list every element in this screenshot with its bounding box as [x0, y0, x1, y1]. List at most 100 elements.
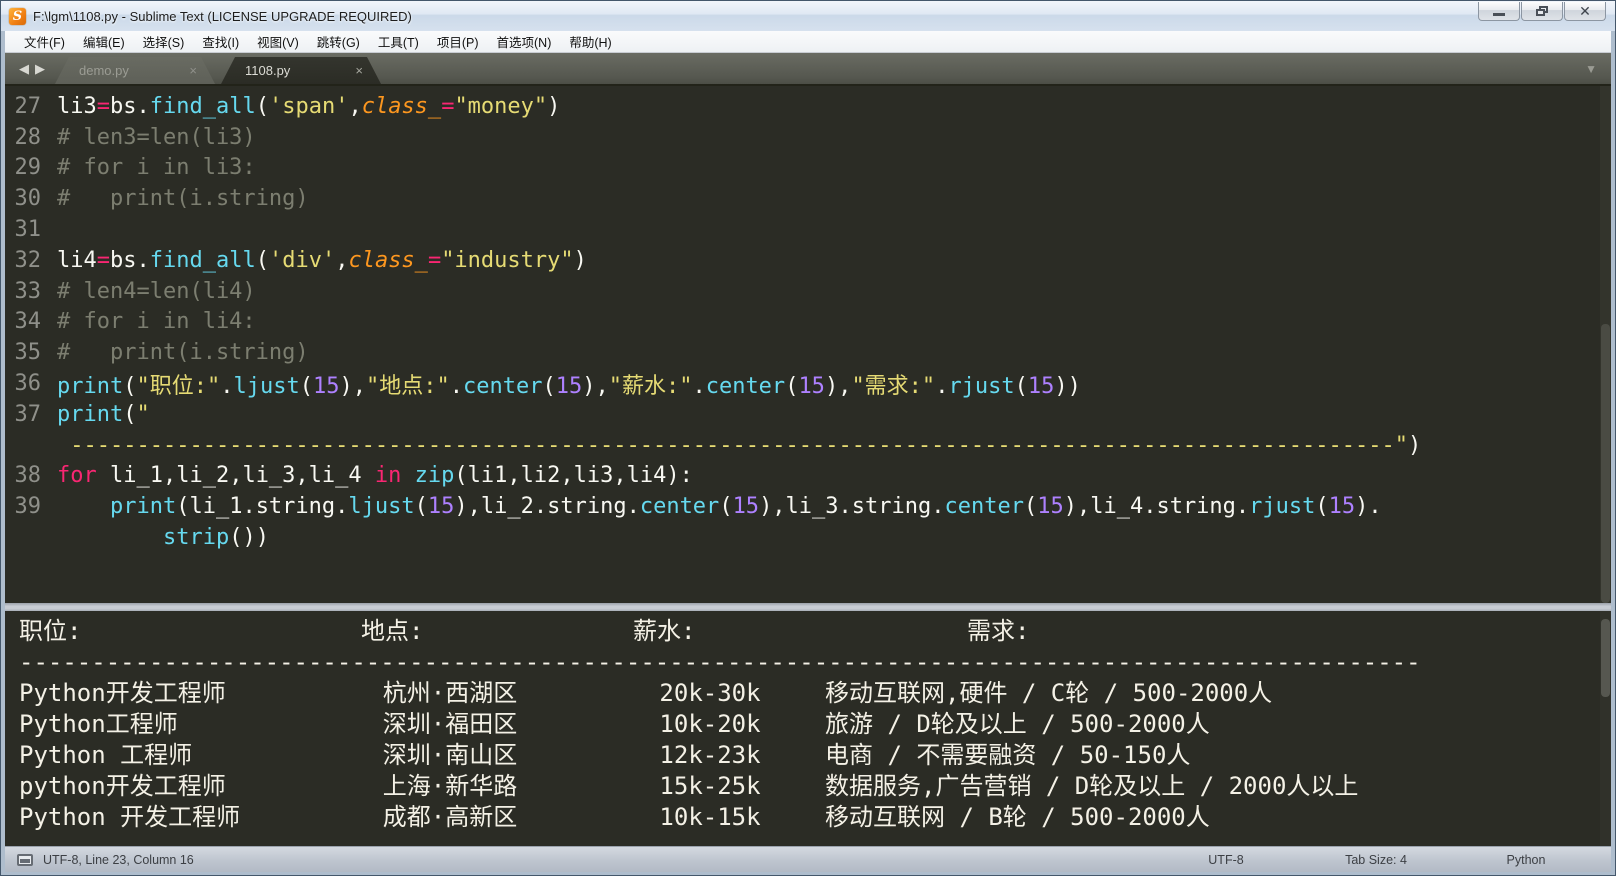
output-header-row: 职位:地点:薪水:需求: [5, 616, 1611, 647]
line-number: 29 [5, 155, 57, 180]
menu-item-8[interactable]: 首选项(N) [488, 30, 561, 53]
close-button[interactable]: ✕ [1564, 2, 1606, 21]
code-text: # print(i.string) [57, 340, 309, 365]
output-row: Python 开发工程师成都·高新区10k-15k移动互联网 / B轮 / 50… [5, 802, 1611, 833]
code-line: 28# len3=len(li3) [5, 122, 1611, 153]
tabs-container: demo.py× 1108.py × [55, 53, 387, 84]
tab-bar: ◀ ▶ demo.py× 1108.py × ▼ [5, 53, 1611, 86]
output-row: Python开发工程师 杭州·西湖区 20k-30k移动互联网,硬件 / C轮 / … [5, 678, 1611, 709]
output-row: Python工程师 深圳·福田区 10k-20k旅游 / D轮及以上 / 500-2… [5, 709, 1611, 740]
output-scrollbar-thumb[interactable] [1601, 619, 1610, 697]
status-item-utf-8[interactable]: UTF-8 [1151, 853, 1301, 867]
output-scrollbar[interactable] [1600, 611, 1611, 846]
menu-item-4[interactable]: 视图(V) [248, 30, 308, 53]
menu-item-1[interactable]: 编辑(E) [74, 30, 134, 53]
output-panel[interactable]: 职位:地点:薪水:需求:----------------------------… [5, 611, 1611, 846]
status-item-tab-size-4[interactable]: Tab Size: 4 [1301, 853, 1451, 867]
code-line: 35# print(i.string) [5, 337, 1611, 368]
console-toggle-icon[interactable] [17, 854, 33, 866]
tab-overflow-icon[interactable]: ▼ [1585, 62, 1597, 76]
tab-scroll-right-icon[interactable]: ▶ [35, 62, 45, 75]
output-cell-1: Python工程师 [19, 709, 178, 740]
output-separator: ----------------------------------------… [19, 647, 1421, 678]
code-text: # len4=len(li4) [57, 279, 256, 304]
output-cell-3: 10k-20k [597, 709, 823, 740]
minimize-icon [1493, 13, 1505, 16]
title-bar[interactable]: S F:\lgm\1108.py - Sublime Text (LICENSE… [1, 1, 1615, 31]
panel-divider[interactable] [5, 603, 1611, 611]
code-text: li4=bs.find_all('div',class_="industry") [57, 248, 587, 273]
output-cell-3: 20k-30k [597, 678, 823, 709]
output-row: Python 工程师 深圳·南山区 12k-23k电商 / 不需要融资 / 50-1… [5, 740, 1611, 771]
editor-scrollbar-thumb[interactable] [1601, 324, 1610, 603]
code-line: 27li3=bs.find_all('span',class_="money") [5, 91, 1611, 122]
window-controls: ✕ [1477, 2, 1606, 21]
code-line: 37print(" [5, 399, 1611, 430]
line-number: 38 [5, 463, 57, 488]
close-icon: ✕ [1579, 4, 1591, 18]
tab-scroll-left-icon[interactable]: ◀ [19, 62, 29, 75]
code-text: # for i in li4: [57, 309, 256, 334]
menu-item-7[interactable]: 项目(P) [428, 30, 488, 53]
output-cell-4: 移动互联网,硬件 / C轮 / 500-2000人 [825, 678, 1272, 709]
line-number: 27 [5, 94, 57, 119]
code-lines: 27li3=bs.find_all('span',class_="money")… [5, 86, 1611, 553]
output-cell-1: Python 开发工程师 [19, 802, 240, 833]
restore-icon [1536, 6, 1548, 16]
output-cell-2: 成都·高新区 [325, 802, 575, 833]
tab-label: 1108.py [245, 63, 290, 78]
tab-scroll-nav: ◀ ▶ [5, 53, 55, 84]
menu-item-5[interactable]: 跳转(G) [308, 30, 369, 53]
output-header-3: 薪水: [633, 616, 695, 647]
status-item-python[interactable]: Python [1451, 853, 1601, 867]
editor-scrollbar[interactable] [1600, 86, 1611, 603]
tab-close-icon[interactable]: × [355, 63, 363, 78]
menu-item-6[interactable]: 工具(T) [369, 30, 428, 53]
output-cell-1: Python 工程师 [19, 740, 192, 771]
restore-button[interactable] [1521, 2, 1563, 21]
code-text: strip()) [57, 525, 269, 550]
code-line: 32li4=bs.find_all('div',class_="industry… [5, 245, 1611, 276]
output-row: python开发工程师上海·新华路15k-25k数据服务,广告营销 / D轮及以… [5, 771, 1611, 802]
output-cell-2: 深圳·南山区 [325, 740, 575, 771]
code-text: # for i in li3: [57, 155, 256, 180]
code-text: ----------------------------------------… [57, 433, 1421, 458]
sublime-text-window: S F:\lgm\1108.py - Sublime Text (LICENSE… [0, 0, 1616, 876]
line-number: 34 [5, 309, 57, 334]
status-bar: UTF-8, Line 23, Column 16 UTF-8Tab Size:… [5, 846, 1611, 872]
output-cell-3: 12k-23k [597, 740, 823, 771]
editor[interactable]: 27li3=bs.find_all('span',class_="money")… [5, 86, 1611, 603]
line-number: 37 [5, 402, 57, 427]
output-cell-2: 深圳·福田区 [325, 709, 575, 740]
menu-item-0[interactable]: 文件(F) [15, 30, 74, 53]
menu-item-3[interactable]: 查找(I) [193, 30, 248, 53]
output-cell-4: 电商 / 不需要融资 / 50-150人 [825, 740, 1190, 771]
output-cell-4: 旅游 / D轮及以上 / 500-2000人 [825, 709, 1210, 740]
code-line: 30# print(i.string) [5, 183, 1611, 214]
code-text: # print(i.string) [57, 186, 309, 211]
output-cell-4: 数据服务,广告营销 / D轮及以上 / 2000人以上 [825, 771, 1358, 802]
code-line: strip()) [5, 522, 1611, 553]
code-text: li3=bs.find_all('span',class_="money") [57, 94, 560, 119]
code-line: 38for li_1,li_2,li_3,li_4 in zip(li1,li2… [5, 461, 1611, 492]
output-cell-3: 15k-25k [597, 771, 823, 802]
code-text: print(" [57, 402, 150, 427]
line-number: 39 [5, 494, 57, 519]
code-line: 39 print(li_1.string.ljust(15),li_2.stri… [5, 491, 1611, 522]
output-cell-2: 杭州·西湖区 [325, 678, 575, 709]
code-text: for li_1,li_2,li_3,li_4 in zip(li1,li2,l… [57, 463, 693, 488]
tab-1108.py[interactable]: 1108.py × [221, 57, 381, 84]
line-number: 31 [5, 217, 57, 242]
tab-demo.py[interactable]: demo.py× [55, 57, 215, 84]
output-header-1: 职位: [19, 616, 81, 647]
menu-item-9[interactable]: 帮助(H) [560, 30, 620, 53]
minimize-button[interactable] [1478, 2, 1520, 21]
code-line: 34# for i in li4: [5, 307, 1611, 338]
line-number: 30 [5, 186, 57, 211]
line-number: 28 [5, 125, 57, 150]
tab-close-icon[interactable]: × [189, 63, 197, 78]
menu-item-2[interactable]: 选择(S) [134, 30, 194, 53]
line-number: 36 [5, 371, 57, 396]
output-cell-1: Python开发工程师 [19, 678, 226, 709]
output-cell-4: 移动互联网 / B轮 / 500-2000人 [825, 802, 1210, 833]
